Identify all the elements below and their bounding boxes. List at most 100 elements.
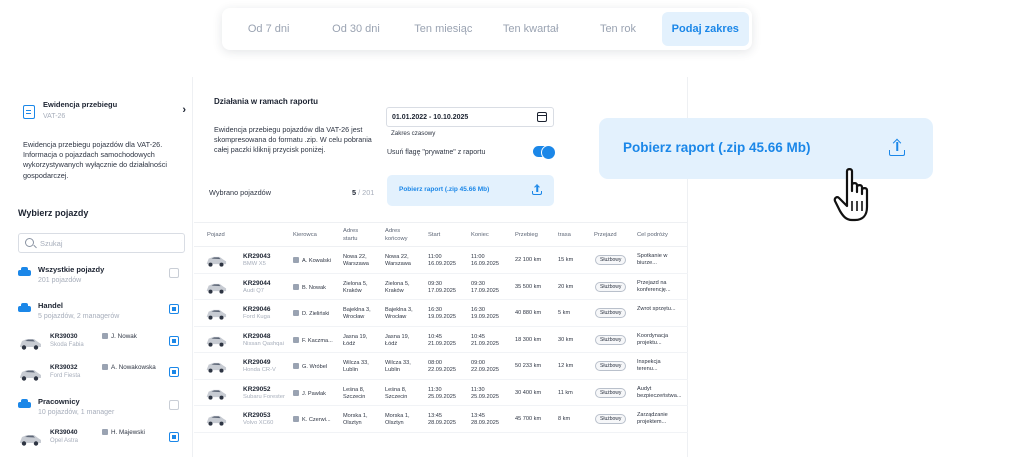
col-trip-type[interactable]: Przejazd xyxy=(594,232,617,240)
vehicle-item[interactable]: KR39032 Ford Fiesta A. Nowakowska xyxy=(18,364,185,386)
person-icon xyxy=(293,389,299,396)
vehicle-user: H. Majewski xyxy=(102,429,145,436)
trip-type-badge: Służbowy xyxy=(595,414,627,424)
date-range-tabs: Od 7 dni Od 30 dni Ten miesiąc Ten kwart… xyxy=(222,8,752,50)
vehicle-user-name: J. Nowak xyxy=(111,333,137,340)
row-start: 11:00 16.09.2025 xyxy=(428,254,456,267)
car-icon xyxy=(18,303,31,314)
car-icon xyxy=(206,389,227,400)
group-subtitle: 5 pojazdów, 2 managerów xyxy=(38,313,120,320)
row-purpose: Przejazd na konferencję... xyxy=(637,279,671,293)
hand-cursor-icon xyxy=(833,168,869,222)
search-icon xyxy=(25,238,34,247)
row-model: BMW X5 xyxy=(243,261,266,267)
table-row[interactable]: KR29046 Ford Kuga D. Zieliński Bajeklna 3, … xyxy=(194,300,688,327)
checkbox[interactable] xyxy=(169,400,179,410)
vehicle-user-name: A. Nowakowska xyxy=(111,364,156,371)
car-icon xyxy=(206,283,227,294)
row-to: Wilcza 33, Lublin xyxy=(385,360,411,373)
table-row[interactable]: KR29049 Honda CR-V G. Wróbel Wilcza 33, Lub… xyxy=(194,353,688,380)
row-to: Nowa 22, Warszawa xyxy=(385,254,411,267)
trips-table: Pojazd Kierowca Adres startu Adres końco… xyxy=(194,222,688,433)
group-pracownicy[interactable]: Pracownicy 10 pojazdów, 1 manager xyxy=(18,397,185,425)
tab-this-year[interactable]: Ten rok xyxy=(574,12,661,46)
checkbox[interactable] xyxy=(169,336,179,346)
row-from: Wilcza 33, Lublin xyxy=(343,360,369,373)
row-plate: KR29043 xyxy=(243,253,271,260)
row-model: Honda CR-V xyxy=(243,367,276,373)
date-range-field[interactable]: 01.01.2022 - 10.10.2025 xyxy=(386,107,554,127)
row-route: 5 km xyxy=(558,310,571,316)
row-driver: G. Wróbel xyxy=(293,363,327,371)
group-title: Pracownicy xyxy=(38,397,80,406)
col-vehicle[interactable]: Pojazd xyxy=(207,232,225,240)
table-row[interactable]: KR29053 Volvo XC60 K. Czerwi... Morska 1, O… xyxy=(194,406,688,433)
person-icon xyxy=(293,416,299,422)
col-from-address[interactable]: Adres startu xyxy=(343,228,373,243)
row-end: 11:00 16.09.2025 xyxy=(471,254,499,267)
search-input[interactable]: Szukaj xyxy=(18,233,185,253)
person-icon xyxy=(293,363,299,369)
table-row[interactable]: KR29043 BMW X5 A. Kowalski Nowa 22, Warszaw… xyxy=(194,247,688,274)
trip-type-badge: Służbowy xyxy=(595,255,627,265)
private-flag-toggle[interactable] xyxy=(533,145,556,160)
group-all-vehicles[interactable]: Wszystkie pojazdy 201 pojazdów xyxy=(18,265,185,293)
vehicle-item[interactable]: KR39040 Opel Astra H. Majewski xyxy=(18,429,185,451)
tab-this-month[interactable]: Ten miesiąc xyxy=(400,12,487,46)
row-to: Jasna 19, Łódź xyxy=(385,333,410,347)
download-report-button[interactable]: Pobierz raport (.zip 45.66 Mb) xyxy=(599,118,933,179)
row-purpose: Koordynacja projektu... xyxy=(637,332,669,346)
row-end: 09:30 17.09.2025 xyxy=(471,280,499,294)
calendar-icon[interactable] xyxy=(537,112,547,122)
col-purpose[interactable]: Cel podróży xyxy=(637,232,668,240)
car-icon xyxy=(18,267,31,278)
download-report-button-small[interactable]: Pobierz raport (.zip 45.66 Mb) xyxy=(387,175,554,206)
row-driver: K. Czerwi... xyxy=(293,416,331,424)
group-handel[interactable]: Handel 5 pojazdów, 2 managerów xyxy=(18,301,185,329)
car-icon xyxy=(18,399,31,410)
row-start: 10:45 21.09.2025 xyxy=(428,333,456,347)
col-route[interactable]: trasa xyxy=(558,232,571,240)
date-range-value: 01.01.2022 - 10.10.2025 xyxy=(392,114,469,121)
table-row[interactable]: KR29052 Subaru Forester J. Pawlak Leśna 8, … xyxy=(194,380,688,406)
row-from: Jasna 19, Łódź xyxy=(343,333,368,347)
tab-30-days[interactable]: Od 30 dni xyxy=(312,12,399,46)
row-purpose: Zwrot sprzętu... xyxy=(637,306,676,312)
report-type-selector[interactable]: Ewidencja przebiegu VAT-26 › xyxy=(23,100,186,130)
tab-this-quarter[interactable]: Ten kwartał xyxy=(487,12,574,46)
row-mileage: 22 100 km xyxy=(515,257,542,263)
car-icon xyxy=(20,370,41,381)
checkbox[interactable] xyxy=(169,304,179,314)
col-driver[interactable]: Kierowca xyxy=(293,232,317,240)
row-driver-name: F. Kaczma... xyxy=(302,337,333,344)
col-to-address[interactable]: Adres końcowy xyxy=(385,228,417,243)
vehicle-model: Opel Astra xyxy=(50,438,79,444)
row-model: Audi Q7 xyxy=(243,287,264,294)
col-start[interactable]: Start xyxy=(428,232,440,240)
col-mileage[interactable]: Przebieg xyxy=(515,232,538,240)
row-driver-name: A. Kowalski xyxy=(302,258,331,264)
person-icon xyxy=(293,310,299,316)
vehicle-selection-panel: Ewidencja przebiegu VAT-26 › Ewidencja p… xyxy=(0,77,193,457)
tab-custom-range[interactable]: Podaj zakres xyxy=(661,12,749,46)
selected-label: Wybrano pojazdów xyxy=(209,188,271,197)
row-plate: KR29049 xyxy=(243,359,271,366)
col-end[interactable]: Koniec xyxy=(471,232,489,240)
table-row[interactable]: KR29044 Audi Q7 B. Nowak Zielona 5, Kraków Z… xyxy=(194,274,688,300)
row-to: Morska 1, Olsztyn xyxy=(385,413,410,426)
checkbox[interactable] xyxy=(169,268,179,278)
vehicle-model: Skoda Fabia xyxy=(50,342,84,348)
car-icon xyxy=(206,362,227,373)
checkbox[interactable] xyxy=(169,367,179,377)
tab-7-days[interactable]: Od 7 dni xyxy=(225,12,312,46)
row-driver: J. Pawlak xyxy=(293,389,326,398)
row-mileage: 50 233 km xyxy=(515,363,542,369)
report-title: Ewidencja przebiegu xyxy=(43,100,118,109)
row-model: Nissan Qashqai xyxy=(243,340,284,347)
row-end: 13:45 28.09.2025 xyxy=(471,413,499,426)
vehicle-item[interactable]: KR39030 Skoda Fabia J. Nowak xyxy=(18,333,185,355)
row-purpose: Zarządzanie projektem... xyxy=(637,412,668,425)
checkbox[interactable] xyxy=(169,432,179,442)
row-driver-name: D. Zieliński xyxy=(302,311,330,317)
table-row[interactable]: KR29048 Nissan Qashqai F. Kaczma... Jasna 1… xyxy=(194,327,688,353)
